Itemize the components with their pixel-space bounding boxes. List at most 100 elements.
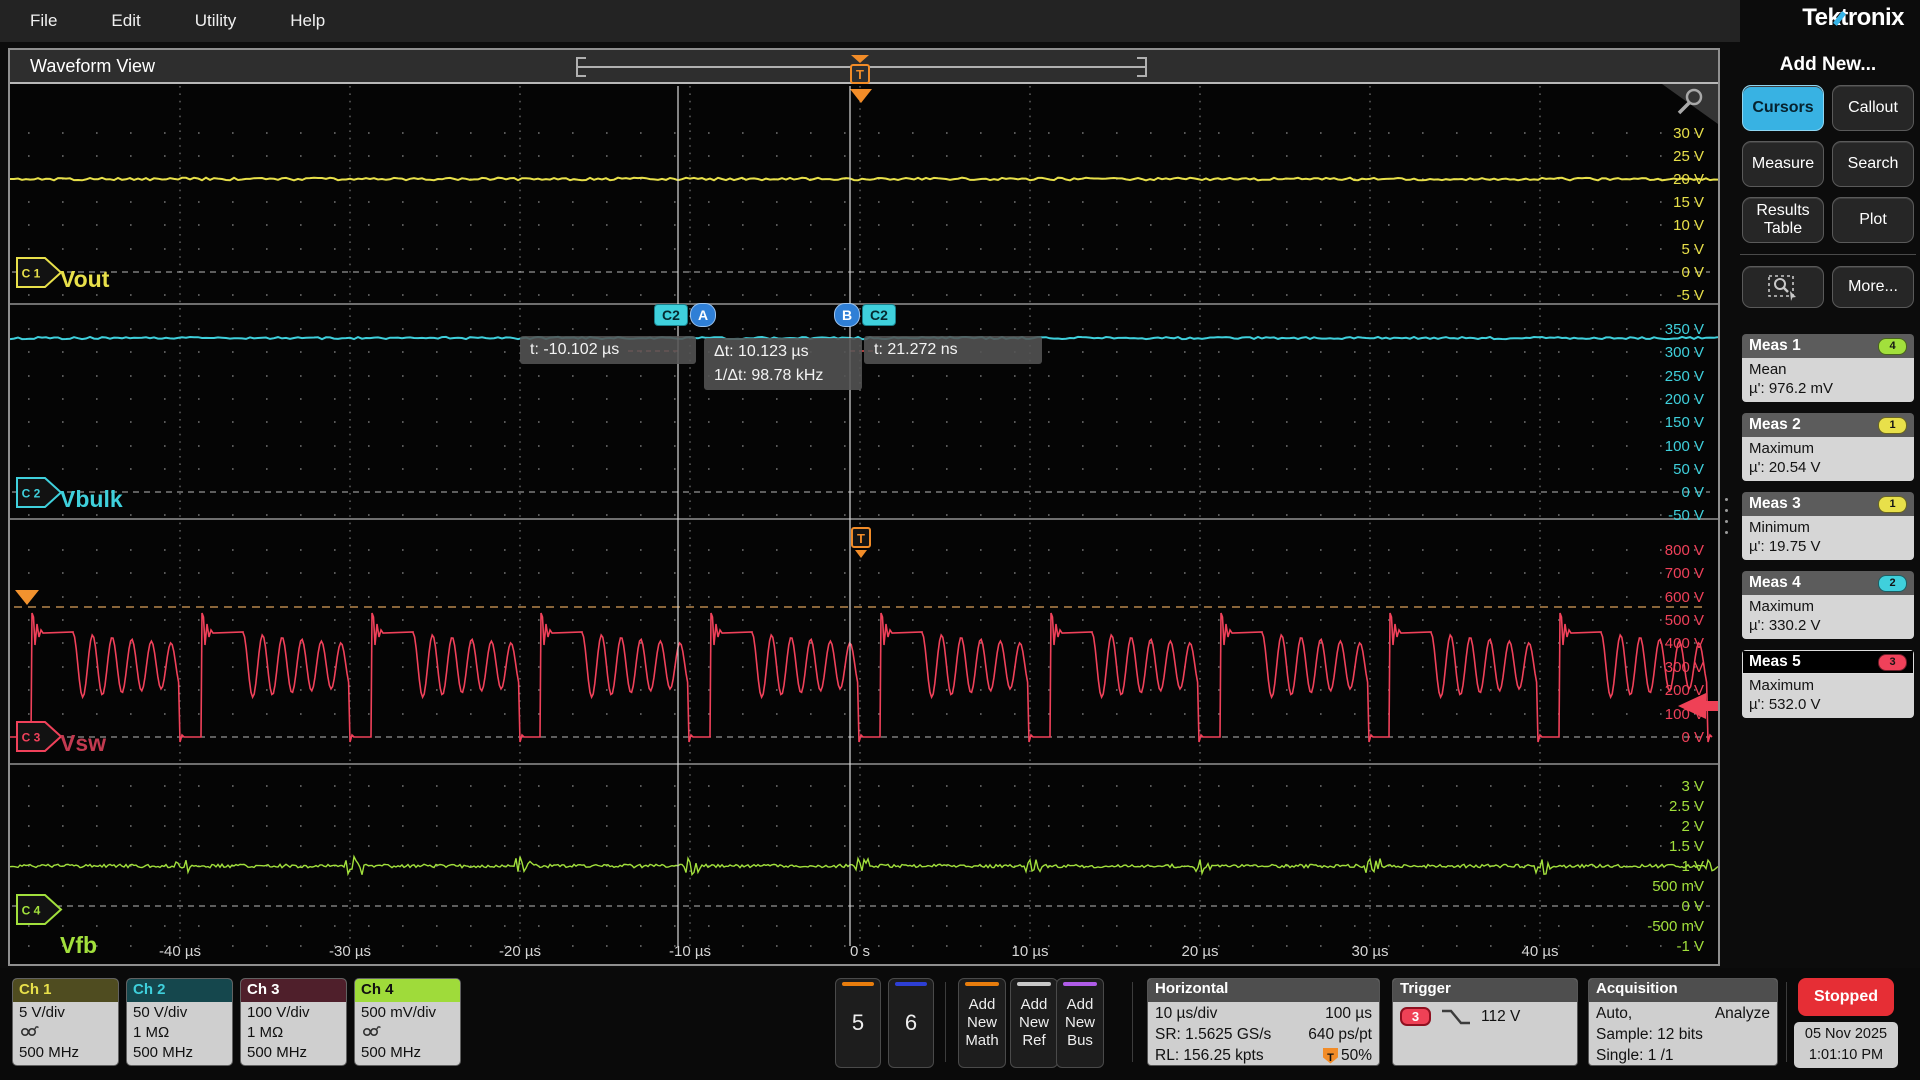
menu-utility[interactable]: Utility bbox=[195, 11, 237, 31]
axis-label: -500 mV bbox=[1647, 918, 1704, 935]
channel-5-button[interactable]: 5 bbox=[835, 978, 881, 1068]
time-axis-label: -20 µs bbox=[499, 943, 541, 960]
meas-5-card[interactable]: Meas 5 3 Maximum µ': 532.0 V bbox=[1742, 650, 1914, 718]
channel-label: Ch 1 bbox=[13, 979, 118, 1002]
meas-2-card[interactable]: Meas 2 1 Maximum µ': 20.54 V bbox=[1742, 413, 1914, 481]
channel-1-card[interactable]: Ch 1 5 V/div 500 MHz bbox=[12, 978, 119, 1066]
svg-text:T: T bbox=[857, 531, 865, 546]
channel-tag-vbulk[interactable]: C 2 bbox=[16, 476, 63, 509]
cursor-a-readout: t: -10.102 µs bbox=[520, 336, 696, 364]
channel-coupling bbox=[19, 1023, 112, 1043]
cursor-b-badge[interactable]: B bbox=[834, 303, 860, 327]
zoom-select-icon bbox=[1768, 275, 1796, 301]
record-length: RL: 156.25 kpts bbox=[1155, 1047, 1264, 1064]
add-new-grid: Cursors Callout Measure Search Results Table… bbox=[1736, 85, 1920, 243]
axis-label: 150 V bbox=[1665, 414, 1704, 431]
axis-label: 250 V bbox=[1665, 368, 1704, 385]
channel-6-button[interactable]: 6 bbox=[888, 978, 934, 1068]
meas-name: Meas 5 bbox=[1749, 653, 1801, 670]
sample-rate: SR: 1.5625 GS/s bbox=[1155, 1026, 1272, 1043]
channel-bandwidth: 500 MHz bbox=[133, 1044, 194, 1061]
horizontal-title: Horizontal bbox=[1148, 979, 1379, 1002]
add-new-ref-button[interactable]: Add New Ref bbox=[1010, 978, 1058, 1068]
channel-label: Ch 2 bbox=[127, 979, 232, 1002]
sidebar-divider bbox=[1740, 254, 1916, 255]
channel-name-vbulk: Vbulk bbox=[60, 486, 123, 512]
channel-bandwidth: 500 MHz bbox=[361, 1044, 422, 1061]
axis-label: -5 V bbox=[1676, 287, 1704, 304]
add-new-results-table-button[interactable]: Results Table bbox=[1742, 197, 1824, 243]
cursor-a-source-badge[interactable]: C2 bbox=[654, 304, 688, 326]
trigger-source-marker: T bbox=[851, 527, 871, 558]
add-new-measure-button[interactable]: Measure bbox=[1742, 141, 1824, 187]
horizontal-overview-bar[interactable]: T bbox=[10, 50, 1718, 84]
trace-ch4-vfb[interactable] bbox=[10, 854, 1718, 877]
meas-type: Maximum bbox=[1749, 440, 1815, 457]
horizontal-card[interactable]: Horizontal 10 µs/div 100 µs SR: 1.5625 G… bbox=[1147, 978, 1380, 1066]
menu-bar: File Edit Utility Help bbox=[0, 0, 1740, 42]
inv-delta-t: 1/Δt: 98.78 kHz bbox=[714, 367, 824, 384]
channel-name-vout: Vout bbox=[60, 266, 110, 292]
channel-2-card[interactable]: Ch 2 50 V/div 1 MΩ 500 MHz bbox=[126, 978, 233, 1066]
trigger-title: Trigger bbox=[1393, 979, 1577, 1002]
acquisition-mode: Auto, bbox=[1596, 1005, 1633, 1022]
trace-ch1-vout[interactable] bbox=[10, 176, 1718, 182]
axis-label: 0 V bbox=[1681, 898, 1704, 915]
time-axis-label: 30 µs bbox=[1352, 943, 1389, 960]
waveform-plot[interactable]: 30 V25 V20 V15 V10 V5 V0 V-5 V350 V300 V… bbox=[10, 84, 1718, 964]
add-new-callout-button[interactable]: Callout bbox=[1832, 85, 1914, 131]
menu-file[interactable]: File bbox=[30, 11, 57, 31]
axis-label: 500 mV bbox=[1652, 878, 1704, 895]
add-new-plot-button[interactable]: Plot bbox=[1832, 197, 1914, 243]
add-new-search-button[interactable]: Search bbox=[1832, 141, 1914, 187]
meas-value: µ': 976.2 mV bbox=[1749, 380, 1834, 397]
magnifier-icon[interactable] bbox=[1662, 84, 1718, 124]
cursor-a-badge[interactable]: A bbox=[690, 303, 716, 327]
add-new-math-button[interactable]: Add New Math bbox=[958, 978, 1006, 1068]
waveform-plot-area[interactable]: 30 V 25 V 20 V 15 V 10 V5 V0 V -5 V 350 V 300 V… bbox=[10, 84, 1718, 964]
meas-source-badge: 2 bbox=[1878, 574, 1907, 592]
acquisition-single: Single: 1 /1 bbox=[1596, 1047, 1674, 1064]
axis-label: 2 V bbox=[1681, 818, 1704, 835]
zoom-select-button[interactable] bbox=[1742, 266, 1824, 308]
acquisition-card[interactable]: Acquisition Auto, Analyze Sample: 12 bit… bbox=[1588, 978, 1778, 1066]
menu-help[interactable]: Help bbox=[290, 11, 325, 31]
channel-3-card[interactable]: Ch 3 100 V/div 1 MΩ 500 MHz bbox=[240, 978, 347, 1066]
svg-text:C 2: C 2 bbox=[22, 487, 41, 501]
time-axis-label: 10 µs bbox=[1012, 943, 1049, 960]
svg-text:C 4: C 4 bbox=[22, 904, 41, 918]
channel-label: Ch 3 bbox=[241, 979, 346, 1002]
probe-icon bbox=[20, 1025, 39, 1037]
run-stop-status-button[interactable]: Stopped bbox=[1798, 978, 1894, 1016]
channel-tag-vsw[interactable]: C 3 bbox=[16, 720, 63, 753]
trace-ch3-vsw[interactable] bbox=[10, 612, 1713, 743]
waveform-view-panel: Waveform View T 30 V 25 V 20 V 15 V 10 V5 V0… bbox=[8, 48, 1720, 966]
cursor-b-source-badge[interactable]: C2 bbox=[862, 304, 896, 326]
time-axis-label: -30 µs bbox=[329, 943, 371, 960]
waveform-view-titlebar: Waveform View T bbox=[10, 50, 1718, 84]
source-color-stripe bbox=[1063, 982, 1097, 986]
channel-tag-vfb[interactable]: C 4 bbox=[16, 893, 63, 926]
panel-resize-handle[interactable] bbox=[1725, 498, 1728, 534]
trigger-card[interactable]: Trigger 3 112 V bbox=[1392, 978, 1578, 1066]
time-axis-label: 40 µs bbox=[1522, 943, 1559, 960]
menu-edit[interactable]: Edit bbox=[111, 11, 140, 31]
add-new-bus-button[interactable]: Add New Bus bbox=[1056, 978, 1104, 1068]
axis-label: -1 V bbox=[1676, 938, 1704, 955]
cursor-delta-readout: Δt: 10.123 µs 1/Δt: 98.78 kHz bbox=[704, 338, 862, 390]
time-axis-label: -40 µs bbox=[159, 943, 201, 960]
channel-tag-vout[interactable]: C 1 bbox=[16, 256, 63, 289]
meas-1-card[interactable]: Meas 1 4 Mean µ': 976.2 mV bbox=[1742, 334, 1914, 402]
axis-label: 300 V bbox=[1665, 344, 1704, 361]
channel-4-card[interactable]: Ch 4 500 mV/div 500 MHz bbox=[354, 978, 461, 1066]
meas-value: µ': 532.0 V bbox=[1749, 696, 1821, 713]
add-new-cursors-button[interactable]: Cursors bbox=[1742, 85, 1824, 131]
axis-label: 30 V bbox=[1673, 125, 1704, 142]
meas-3-card[interactable]: Meas 3 1 Minimum µ': 19.75 V bbox=[1742, 492, 1914, 560]
axis-label: 0 V bbox=[1681, 729, 1704, 746]
horizontal-span: 100 µs bbox=[1325, 1005, 1372, 1022]
axis-label: 3 V bbox=[1681, 778, 1704, 795]
more-button[interactable]: More... bbox=[1832, 266, 1914, 308]
meas-source-badge: 1 bbox=[1878, 495, 1907, 513]
meas-4-card[interactable]: Meas 4 2 Maximum µ': 330.2 V bbox=[1742, 571, 1914, 639]
